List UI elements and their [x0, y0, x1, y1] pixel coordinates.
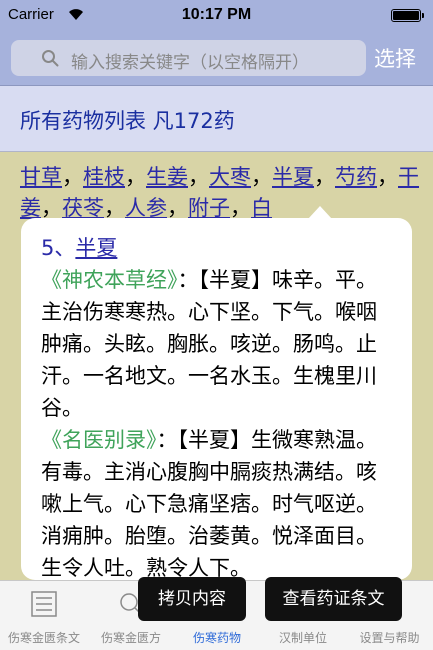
- list-title: 所有药物列表 凡172药: [20, 109, 235, 133]
- herb-name-link[interactable]: 半夏: [75, 236, 117, 260]
- clock: 10:17 PM: [181, 6, 252, 23]
- herb-separator: ，: [125, 165, 146, 189]
- search-input[interactable]: 输入搜索关键字（以空格隔开）: [11, 40, 366, 76]
- select-button[interactable]: 选择: [374, 43, 416, 73]
- herb-link[interactable]: 附子: [188, 196, 230, 220]
- tab-label: 设置与帮助: [359, 631, 420, 645]
- herb-separator: ，: [41, 196, 62, 220]
- tab-shanghan-tiaowen[interactable]: 伤寒金匮条文: [0, 581, 88, 650]
- herb-popover: 5、半夏 《神农本草经》：【半夏】味辛。平。主治伤寒寒热。心下坚。下气。喉咽肿痛…: [21, 218, 412, 580]
- herb-separator: ，: [251, 165, 272, 189]
- source-title[interactable]: 《神农本草经》: [41, 268, 178, 292]
- herb-link[interactable]: 大枣: [209, 165, 251, 189]
- source-title[interactable]: 《名医别录》: [41, 428, 157, 452]
- copy-content-button[interactable]: 拷贝内容: [138, 577, 246, 621]
- herb-separator: ，: [104, 196, 125, 220]
- herb-separator: ，: [167, 196, 188, 220]
- entry-mingyi: 《名医别录》：【半夏】生微寒熟温。有毒。主消心腹胸中膈痰热满结。咳嗽上气。心下急…: [41, 424, 396, 580]
- herb-link[interactable]: 茯苓: [62, 196, 104, 220]
- herb-separator: ，: [230, 196, 251, 220]
- herb-link[interactable]: 桂枝: [83, 165, 125, 189]
- tab-label: 伤寒金匮条文: [7, 631, 80, 645]
- battery-icon: [391, 9, 424, 22]
- entry-shennong: 《神农本草经》：【半夏】味辛。平。主治伤寒寒热。心下坚。下气。喉咽肿痛。头眩。胸…: [41, 264, 396, 424]
- herb-link[interactable]: 甘草: [20, 165, 62, 189]
- search-placeholder: 输入搜索关键字（以空格隔开）: [71, 53, 309, 73]
- popover-content: 5、半夏 《神农本草经》：【半夏】味辛。平。主治伤寒寒热。心下坚。下气。喉咽肿痛…: [41, 232, 396, 580]
- view-herb-clauses-button[interactable]: 查看药证条文: [265, 577, 402, 621]
- search-bar: 输入搜索关键字（以空格隔开） 选择: [0, 30, 433, 86]
- herb-separator: ，: [188, 165, 209, 189]
- herb-link[interactable]: 白: [251, 196, 272, 220]
- status-bar: Carrier 10:17 PM: [0, 0, 433, 30]
- tab-label: 伤寒金匮方: [100, 631, 161, 645]
- herb-index: 5、: [41, 236, 76, 260]
- herb-separator: ，: [377, 165, 398, 189]
- herb-link[interactable]: 生姜: [146, 165, 188, 189]
- search-icon: [42, 50, 59, 67]
- tab-label: 汉制单位: [278, 631, 327, 645]
- tab-label: 伤寒药物: [192, 631, 241, 645]
- list-icon: [31, 591, 57, 617]
- herb-separator: ，: [62, 165, 83, 189]
- herb-link[interactable]: 芍药: [335, 165, 377, 189]
- herb-link[interactable]: 人参: [125, 196, 167, 220]
- list-header: 所有药物列表 凡172药: [0, 86, 433, 152]
- popover-title: 5、半夏: [41, 232, 396, 264]
- herb-separator: ，: [314, 165, 335, 189]
- herb-list: 甘草，桂枝，生姜，大枣，半夏，芍药，干姜，茯苓，人参，附子，白: [20, 162, 420, 224]
- herb-link[interactable]: 半夏: [272, 165, 314, 189]
